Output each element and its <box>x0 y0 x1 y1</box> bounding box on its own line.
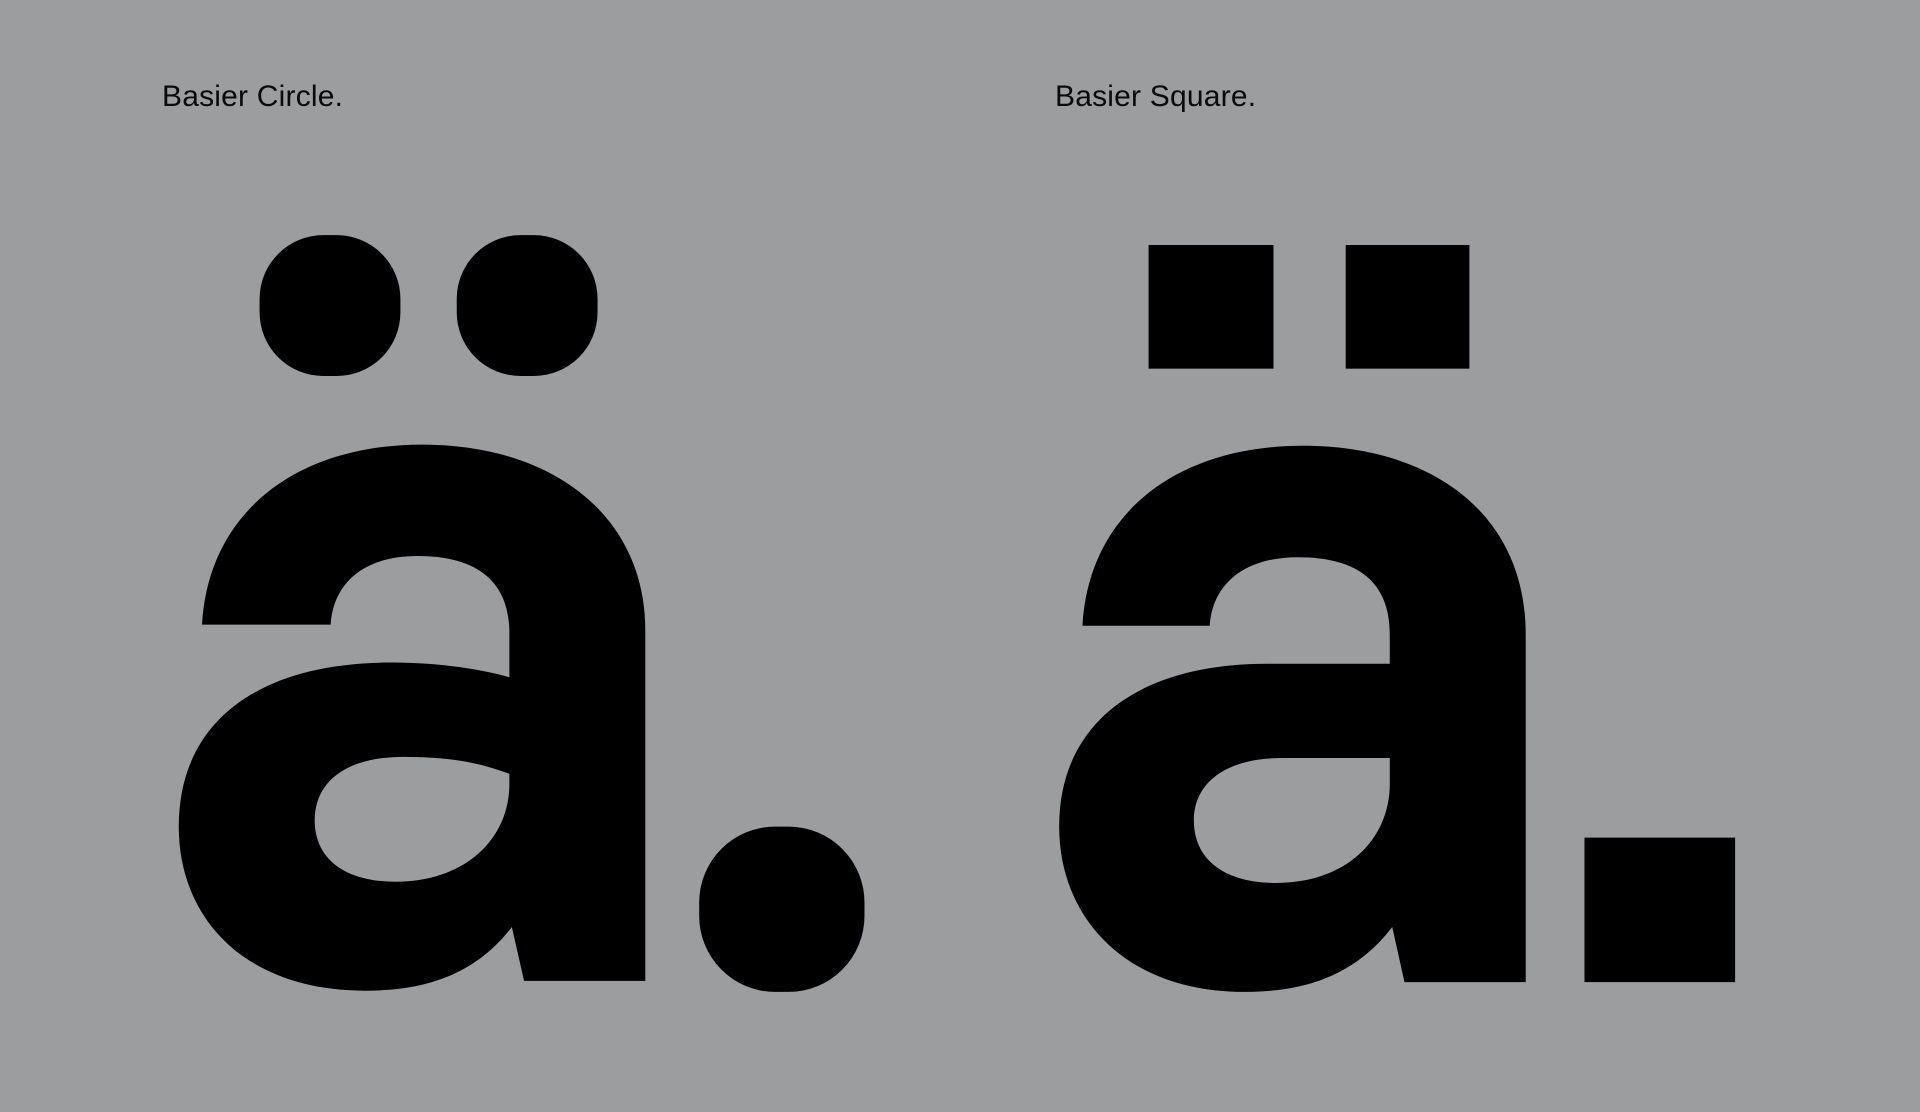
umlaut-dot-round-right <box>456 235 598 376</box>
glyph-circle-a-umlaut <box>178 235 865 992</box>
period-round <box>699 826 865 992</box>
glyph-specimens <box>178 235 1736 992</box>
umlaut-dot-square-right <box>1345 244 1470 369</box>
glyph-square-a-umlaut <box>1059 244 1736 992</box>
umlaut-dot-round-left <box>259 235 401 376</box>
period-square <box>1584 837 1736 983</box>
letter-a-square <box>1059 445 1526 992</box>
umlaut-dot-square-left <box>1148 244 1274 369</box>
letter-a-round <box>178 444 646 991</box>
